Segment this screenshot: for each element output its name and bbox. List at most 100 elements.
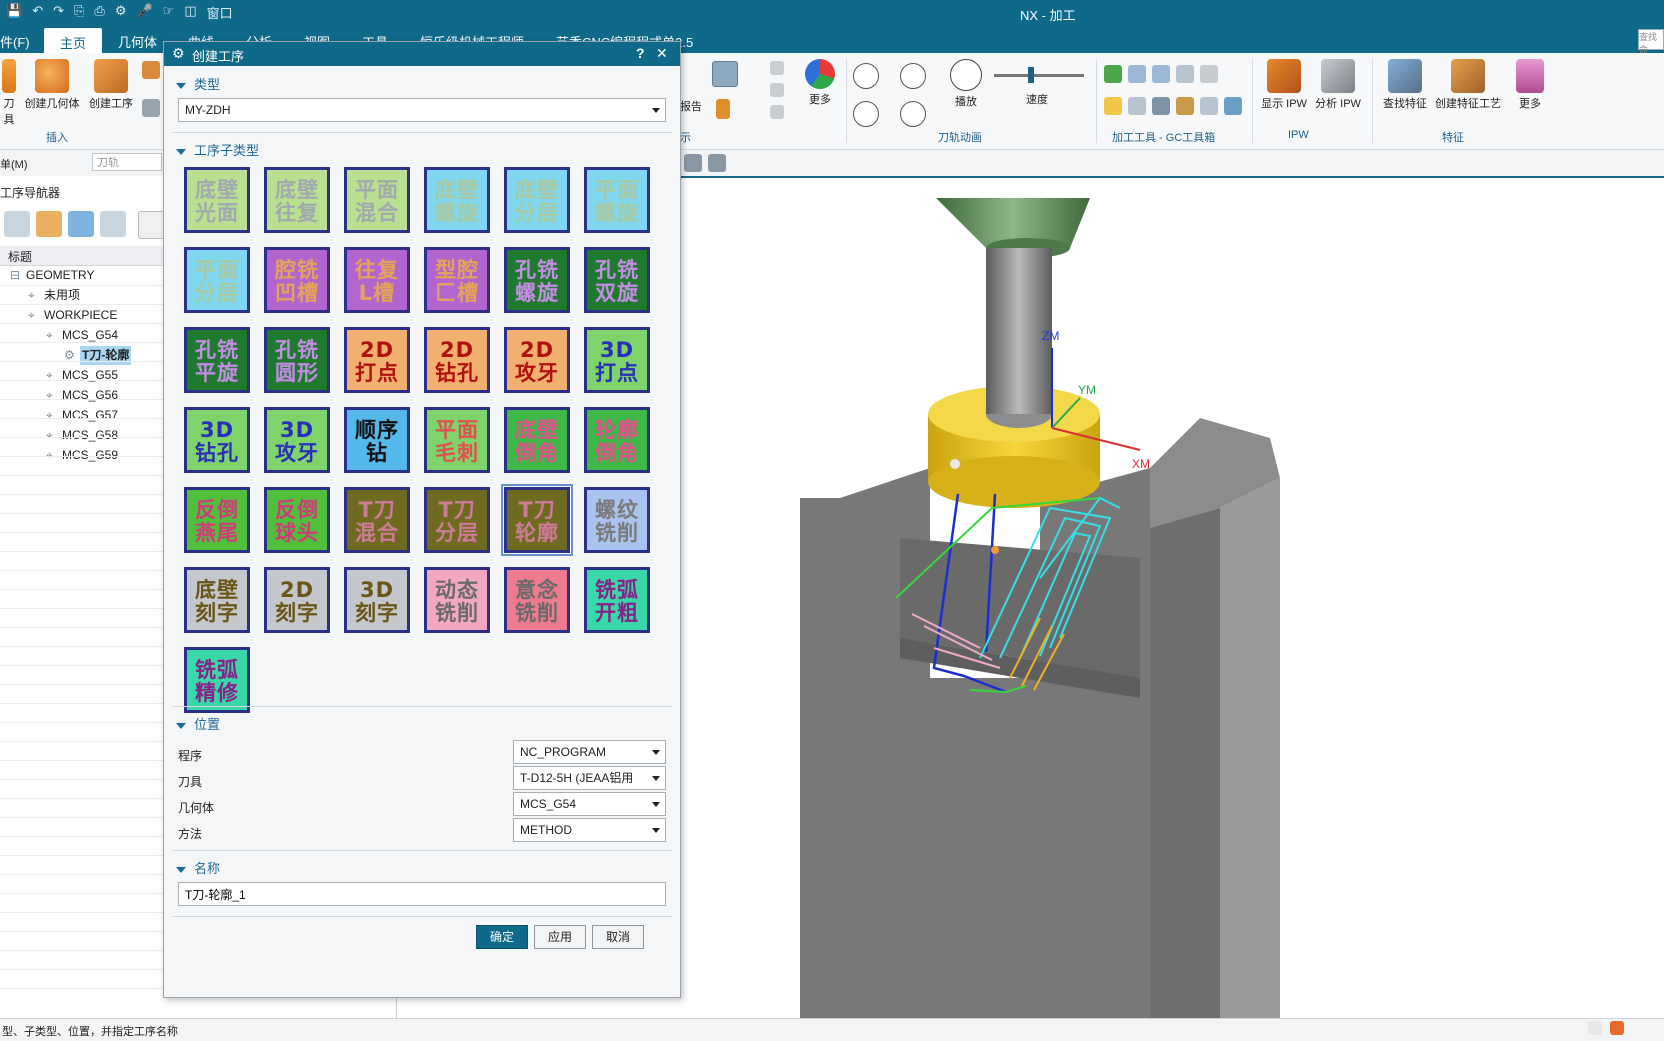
cancel-button[interactable]: 取消 bbox=[592, 925, 644, 949]
toolpath-display-icon[interactable] bbox=[712, 61, 738, 87]
filter-input[interactable]: 刀轨 bbox=[92, 153, 162, 171]
geometry-select[interactable]: MCS_G54 bbox=[513, 792, 666, 816]
type-select[interactable]: MY-ZDH bbox=[178, 98, 666, 122]
gc-check-icon[interactable] bbox=[1104, 65, 1122, 83]
subtype-section-header[interactable]: 工序子类型 bbox=[176, 140, 259, 159]
subtype-tile[interactable]: 动态 铣削 bbox=[424, 567, 490, 633]
touch-mode-icon[interactable]: ☞ bbox=[163, 3, 175, 22]
play-button[interactable]: 播放 bbox=[946, 59, 986, 109]
view-icon[interactable] bbox=[684, 154, 702, 172]
machine-tool-view-icon[interactable] bbox=[36, 211, 62, 237]
tool-display-icon[interactable] bbox=[716, 99, 730, 119]
create-method-icon[interactable] bbox=[142, 61, 160, 79]
move-up-icon[interactable] bbox=[770, 61, 784, 75]
subtype-tile[interactable]: 螺纹 铣削 bbox=[584, 487, 650, 553]
command-search-input[interactable]: 查找命 bbox=[1638, 29, 1664, 55]
tray-icon-2[interactable] bbox=[1610, 1021, 1624, 1035]
subtype-tile[interactable]: 顺序钻 bbox=[344, 407, 410, 473]
subtype-tile[interactable]: T刀 混合 bbox=[344, 487, 410, 553]
fast-forward-icon[interactable] bbox=[900, 101, 926, 127]
subtype-tile[interactable]: 底壁 倒角 bbox=[504, 407, 570, 473]
window-layout-icon[interactable]: ◫ bbox=[184, 3, 196, 22]
subtype-tile[interactable]: 2D 刻字 bbox=[264, 567, 330, 633]
menu-file[interactable]: 件(F) bbox=[0, 32, 30, 51]
subtype-tile[interactable]: 3D 攻牙 bbox=[264, 407, 330, 473]
microphone-icon[interactable]: 🎤 bbox=[136, 3, 152, 22]
undo-icon[interactable]: ↶ bbox=[32, 3, 43, 22]
subtype-tile[interactable]: 孔铣 双旋 bbox=[584, 247, 650, 313]
gc-tool-icon-5[interactable] bbox=[1200, 65, 1218, 83]
rewind-icon[interactable] bbox=[853, 101, 879, 127]
subtype-tile[interactable]: 2D 攻牙 bbox=[504, 327, 570, 393]
create-geometry-button[interactable]: 创建几何体 bbox=[22, 59, 82, 111]
move-down-icon[interactable] bbox=[770, 105, 784, 119]
gc-tool-icon-7[interactable] bbox=[1128, 97, 1146, 115]
pause-icon[interactable] bbox=[900, 63, 926, 89]
redo-icon[interactable]: ↷ bbox=[53, 3, 64, 22]
apply-button[interactable]: 应用 bbox=[534, 925, 586, 949]
save-icon[interactable]: 💾 bbox=[6, 3, 22, 22]
type-section-header[interactable]: 类型 bbox=[176, 74, 220, 93]
create-feature-process-button[interactable]: 创建特征工艺 bbox=[1432, 59, 1504, 111]
program-order-view-icon[interactable] bbox=[4, 211, 30, 237]
subtype-tile[interactable]: 腔铣 凹槽 bbox=[264, 247, 330, 313]
subtype-tile[interactable]: 意念 铣削 bbox=[504, 567, 570, 633]
subtype-tile[interactable]: 铣弧 开粗 bbox=[584, 567, 650, 633]
subtype-tile[interactable]: 底壁 螺旋 bbox=[424, 167, 490, 233]
subtype-tile[interactable]: 底壁 刻字 bbox=[184, 567, 250, 633]
subtype-tile[interactable]: T刀 分层 bbox=[424, 487, 490, 553]
gc-tool-icon-8[interactable] bbox=[1152, 97, 1170, 115]
subtype-tile[interactable]: 底壁 分层 bbox=[504, 167, 570, 233]
report-label[interactable]: 报告 bbox=[680, 98, 702, 114]
subtype-tile[interactable]: 型腔 匚槽 bbox=[424, 247, 490, 313]
graphics-viewport[interactable]: ZM YM XM bbox=[680, 176, 1664, 1020]
subtype-tile[interactable]: 2D 打点 bbox=[344, 327, 410, 393]
subtype-tile[interactable]: 平面 毛刺 bbox=[424, 407, 490, 473]
gc-tool-icon-2[interactable] bbox=[1128, 65, 1146, 83]
find-feature-button[interactable]: 查找特征 bbox=[1380, 59, 1430, 111]
gc-tool-icon-11[interactable] bbox=[1224, 97, 1242, 115]
speed-slider[interactable] bbox=[994, 74, 1084, 77]
tool-select[interactable]: T-D12-5H (JEAA铝用 bbox=[513, 766, 666, 790]
gc-tool-icon-4[interactable] bbox=[1176, 65, 1194, 83]
subtype-tile[interactable]: 底壁 往复 bbox=[264, 167, 330, 233]
subtype-tile[interactable]: 铣弧 精修 bbox=[184, 647, 250, 713]
subtype-tile[interactable]: 2D 钻孔 bbox=[424, 327, 490, 393]
subtype-tile[interactable]: 孔铣 螺旋 bbox=[504, 247, 570, 313]
subtype-tile[interactable]: 底壁 光面 bbox=[184, 167, 250, 233]
window-menu[interactable]: 窗口 bbox=[207, 3, 233, 22]
create-program-icon[interactable] bbox=[142, 99, 160, 117]
paste-icon[interactable]: ⎙ bbox=[94, 3, 104, 22]
dialog-title-bar[interactable]: ⚙ 创建工序 ? ✕ bbox=[164, 42, 680, 66]
subtype-tile[interactable]: 反倒 球头 bbox=[264, 487, 330, 553]
more-display-button[interactable]: 更多 bbox=[800, 59, 840, 107]
subtype-tile[interactable]: 平面 混合 bbox=[344, 167, 410, 233]
geometry-view-icon[interactable] bbox=[68, 211, 94, 237]
subtype-tile[interactable]: 3D 打点 bbox=[584, 327, 650, 393]
gc-tool-icon-3[interactable] bbox=[1152, 65, 1170, 83]
analyze-ipw-button[interactable]: 分析 IPW bbox=[1312, 59, 1364, 111]
subtype-tile[interactable]: 3D 刻字 bbox=[344, 567, 410, 633]
subtype-tile[interactable]: 反倒 燕尾 bbox=[184, 487, 250, 553]
copy-icon[interactable]: ⎘ bbox=[74, 3, 84, 22]
operation-name-input[interactable] bbox=[178, 882, 666, 906]
command-finder-icon[interactable]: ⚙ bbox=[115, 3, 127, 22]
machining-method-view-icon[interactable] bbox=[100, 211, 126, 237]
subtype-tile[interactable]: 孔铣 平旋 bbox=[184, 327, 250, 393]
gc-tool-icon-10[interactable] bbox=[1200, 97, 1218, 115]
method-select[interactable]: METHOD bbox=[513, 818, 666, 842]
selection-filter-icon[interactable] bbox=[708, 154, 726, 172]
gc-tool-icon-6[interactable] bbox=[1104, 97, 1122, 115]
gc-tool-icon-9[interactable] bbox=[1176, 97, 1194, 115]
tray-icon-1[interactable] bbox=[1588, 1021, 1602, 1035]
create-operation-button[interactable]: 创建工序 bbox=[86, 59, 136, 111]
close-icon[interactable]: ✕ bbox=[656, 45, 668, 62]
menu-dropdown[interactable]: 单(M) bbox=[0, 156, 28, 172]
subtype-tile[interactable]: T刀 轮廓 bbox=[501, 484, 573, 556]
more-features-button[interactable]: 更多 bbox=[1510, 59, 1550, 111]
show-ipw-button[interactable]: 显示 IPW bbox=[1258, 59, 1310, 111]
ok-button[interactable]: 确定 bbox=[476, 925, 528, 949]
create-tool-button[interactable]: 刀具 bbox=[0, 59, 18, 127]
subtype-tile[interactable]: 3D 钻孔 bbox=[184, 407, 250, 473]
menu-geometry[interactable]: 几何体 bbox=[118, 32, 157, 51]
